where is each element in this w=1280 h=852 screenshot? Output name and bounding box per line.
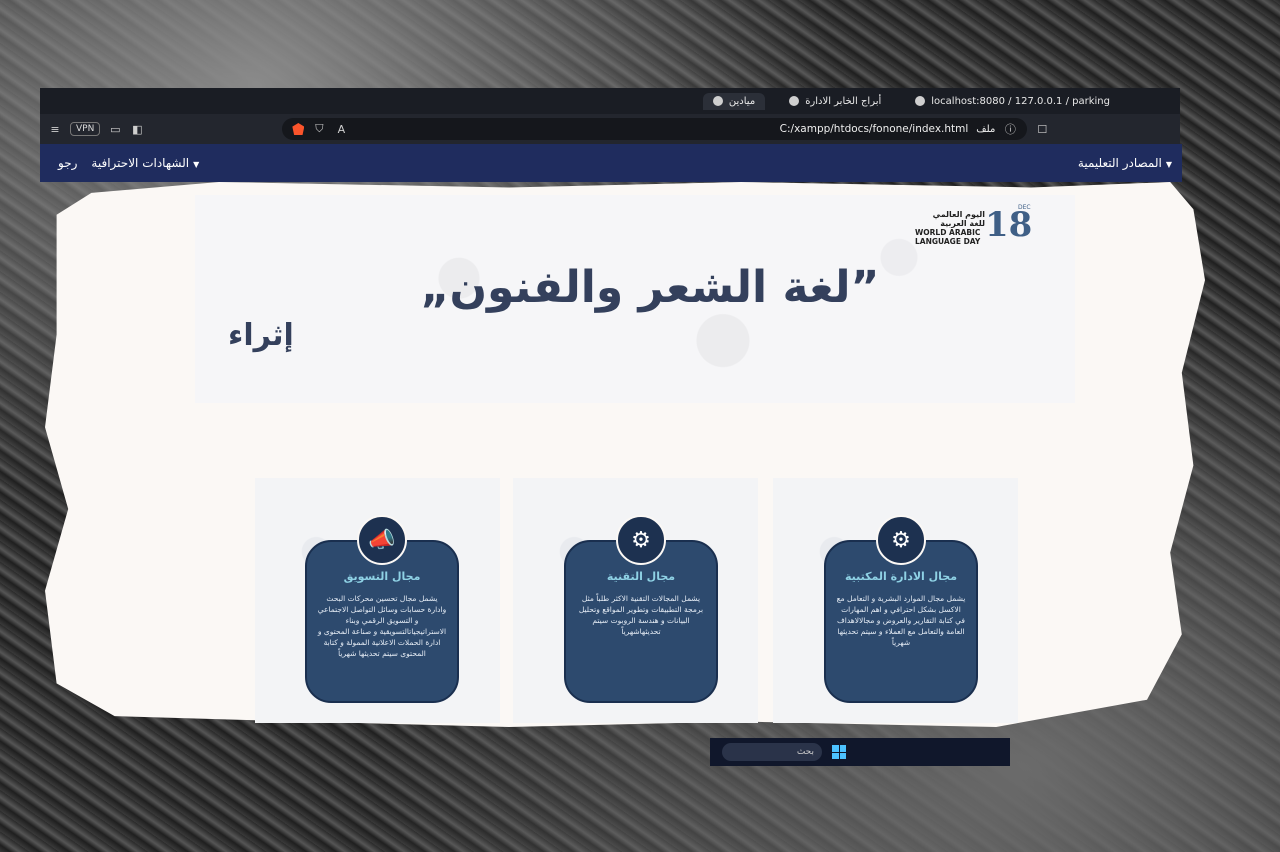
browser-toolbar: ≡ VPN ▭ ◧ ⛉ A C:/xampp/htdocs/fonone/ind… — [40, 114, 1180, 144]
logo-en-line1: WORLD ARABIC — [915, 228, 981, 237]
nav-label: المصادر التعليمية — [1077, 156, 1162, 170]
arabic-day-logo: 18 — [985, 205, 1033, 245]
menu-icon[interactable]: ≡ — [48, 122, 62, 136]
card-text: يشمل مجال الموارد البشرية و التعامل مع ا… — [836, 594, 966, 647]
windows-start-icon[interactable] — [832, 745, 846, 759]
address-bar[interactable]: ⛉ A C:/xampp/htdocs/fonone/index.html مل… — [282, 118, 1028, 140]
os-taskbar: بحث — [710, 738, 1010, 766]
card-title: مجال التقنية — [606, 570, 676, 583]
marketing-megaphone-icon: 📣 — [357, 515, 407, 565]
wallet-icon[interactable]: ▭ — [108, 122, 122, 136]
taskbar-search[interactable]: بحث — [722, 743, 822, 761]
nav-right-group: المصادر التعليمية ▼ — [1078, 156, 1172, 170]
tech-brain-icon: ⚙ — [616, 515, 666, 565]
translate-icon[interactable]: A — [334, 122, 348, 136]
card-title: مجال التسويق — [343, 570, 421, 583]
logo-month: DEC — [1018, 204, 1031, 211]
file-label: ملف — [976, 123, 996, 135]
caret-down-icon: ▼ — [1165, 160, 1172, 169]
site-navbar: رجو الشهادات الاحترافية ▼ المصادر التعليم… — [40, 144, 1182, 182]
brave-rewards-icon[interactable] — [292, 123, 305, 135]
caret-down-icon: ▼ — [193, 160, 200, 169]
bookmark-icon[interactable]: ☐ — [1035, 122, 1049, 136]
nav-item-partial[interactable]: رجو — [58, 156, 77, 170]
browser-tab-strip: localhost:8080 / 127.0.0.1 / parking أبر… — [40, 88, 1180, 114]
card-text: يشمل مجال تحسين محركات البحث وادارة حساب… — [317, 594, 447, 658]
vpn-button[interactable]: VPN — [70, 122, 101, 136]
info-icon[interactable]: ⓘ — [1003, 122, 1017, 136]
globe-icon — [712, 96, 723, 106]
shield-icon[interactable]: ⛉ — [312, 122, 326, 136]
tab-label: أبراج الخابر الادارة — [805, 95, 882, 107]
sidebar-icon[interactable]: ◧ — [130, 122, 144, 136]
tab-label: ميادين — [728, 95, 756, 107]
card-title: مجال الادارة المكتبية — [844, 570, 958, 583]
card-text: يشمل المجالات التقنية الاكثر طلباً مثل ب… — [578, 594, 704, 636]
globe-icon — [915, 96, 926, 106]
nav-label: الشهادات الاحترافية — [91, 156, 190, 170]
nav-item-certificates[interactable]: الشهادات الاحترافية ▼ — [91, 156, 199, 170]
admin-icon: ⚙ — [876, 515, 926, 565]
logo-ar-line1: اليوم العالمي — [932, 210, 985, 219]
globe-icon — [789, 96, 800, 106]
nav-left-group: رجو الشهادات الاحترافية ▼ — [58, 156, 199, 170]
ithra-logo: إثراء — [228, 318, 294, 353]
tab-parking[interactable]: localhost:8080 / 127.0.0.1 / parking — [905, 93, 1120, 110]
logo-ar-line2: للغة العربية — [940, 219, 985, 228]
tab-mayadeen[interactable]: ميادين — [702, 92, 766, 110]
hero-title: ”لغة الشعر والفنون„ — [420, 262, 880, 313]
url-text[interactable]: C:/xampp/htdocs/fonone/index.html — [356, 123, 969, 135]
tab-label: localhost:8080 / 127.0.0.1 / parking — [931, 95, 1110, 107]
nav-item-learning-resources[interactable]: المصادر التعليمية ▼ — [1078, 156, 1172, 170]
arabic-day-logo-text: اليوم العالمي للغة العربية WORLD ARABIC … — [915, 210, 985, 246]
tab-abraj[interactable]: أبراج الخابر الادارة — [779, 93, 891, 110]
logo-en-line2: LANGUAGE DAY — [915, 237, 981, 246]
